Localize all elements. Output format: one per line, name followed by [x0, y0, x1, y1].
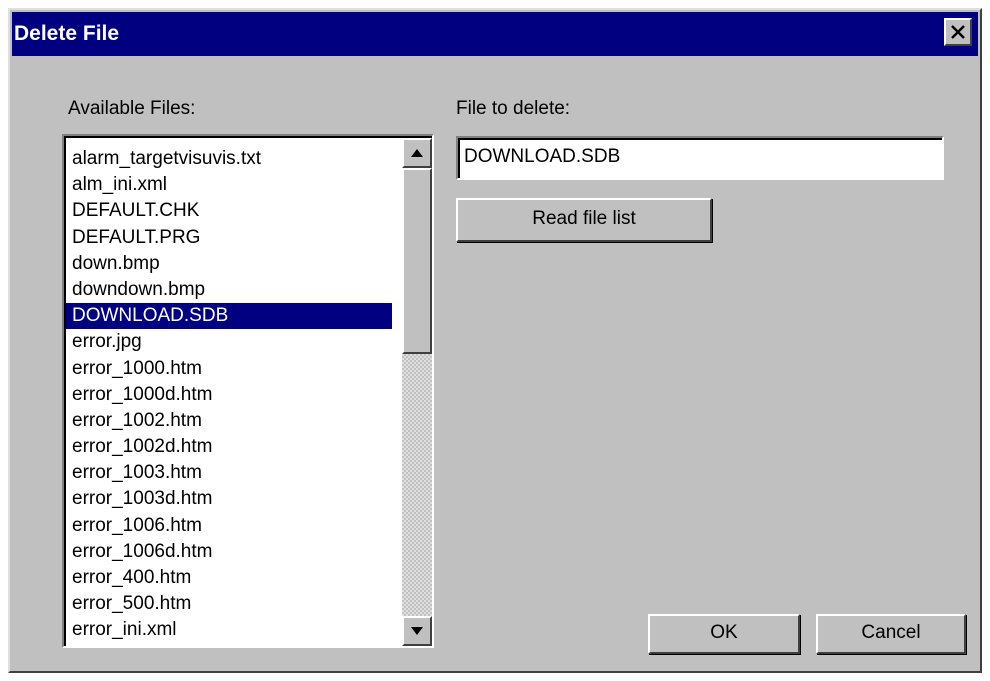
arrow-down-icon — [411, 627, 423, 635]
scroll-up-button[interactable] — [402, 138, 432, 168]
scroll-thumb[interactable] — [402, 168, 432, 354]
file-list-item[interactable]: downdown.bmp — [66, 277, 392, 303]
available-files-label: Available Files: — [68, 98, 196, 119]
file-list-item[interactable]: error_1006d.htm — [66, 539, 392, 565]
file-list-item[interactable]: alm_ini.xml — [66, 172, 392, 198]
file-list-item[interactable]: error_ini.xml — [66, 617, 392, 643]
file-to-delete-label: File to delete: — [456, 98, 571, 119]
file-list-item[interactable]: error_1002d.htm — [66, 434, 392, 460]
list-scrollbar[interactable] — [402, 138, 432, 646]
available-files-list[interactable]: alarm_targetvisuvis.txt alm_ini.xml DEFAUL… — [62, 134, 434, 648]
window-title: Delete File — [14, 22, 120, 45]
file-list-item[interactable]: error_1003.htm — [66, 460, 392, 486]
file-list-items: alarm_targetvisuvis.txt alm_ini.xml DEFAUL… — [66, 146, 392, 644]
file-list-item[interactable]: error_500.htm — [66, 591, 392, 617]
file-to-delete-input[interactable]: DOWNLOAD.SDB — [456, 136, 944, 180]
file-list-item[interactable]: alarm_targetvisuvis.txt — [66, 146, 392, 172]
read-file-list-button[interactable]: Read file list — [456, 198, 712, 242]
scroll-down-button[interactable] — [402, 616, 432, 646]
close-button[interactable] — [944, 18, 972, 46]
file-list-item[interactable]: error.jpg — [66, 329, 392, 355]
file-list-item[interactable]: error_1000.htm — [66, 356, 392, 382]
file-list-item[interactable]: DEFAULT.PRG — [66, 225, 392, 251]
file-list-item[interactable]: DEFAULT.CHK — [66, 198, 392, 224]
file-list-item[interactable]: error_1002.htm — [66, 408, 392, 434]
file-list-item[interactable]: DOWNLOAD.SDB — [66, 303, 392, 330]
ok-button[interactable]: OK — [648, 614, 800, 654]
close-icon — [951, 25, 965, 39]
title-bar: Delete File — [12, 12, 978, 56]
file-list-item[interactable]: error_1000d.htm — [66, 382, 392, 408]
cancel-button[interactable]: Cancel — [816, 614, 966, 654]
file-list-item[interactable]: error_1003d.htm — [66, 486, 392, 512]
file-list-item[interactable]: error_1006.htm — [66, 513, 392, 539]
delete-file-dialog: Delete File Available Files: alarm_targe… — [8, 8, 982, 673]
arrow-up-icon — [411, 149, 423, 157]
file-list-item[interactable]: error_400.htm — [66, 565, 392, 591]
file-list-item[interactable]: down.bmp — [66, 251, 392, 277]
